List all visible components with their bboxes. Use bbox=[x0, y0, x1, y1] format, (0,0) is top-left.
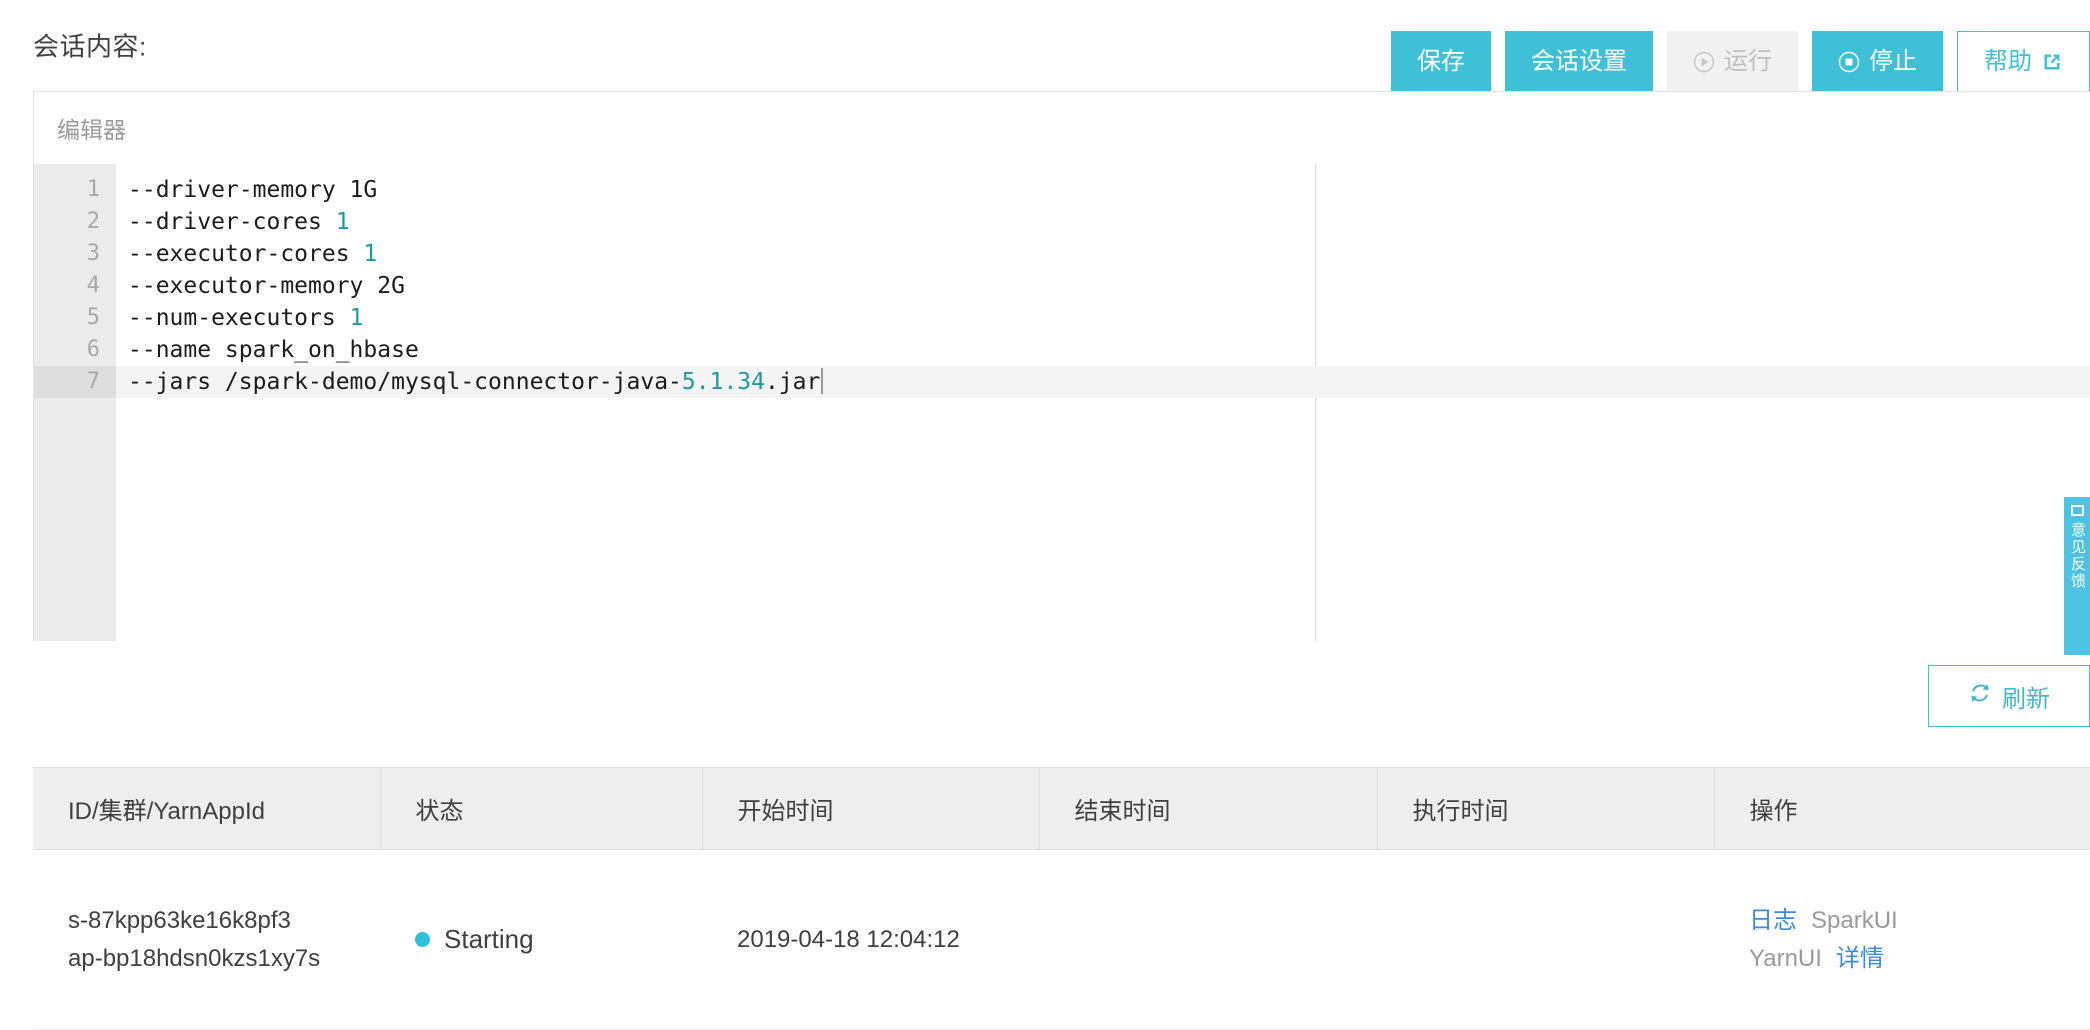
editor-panel: 编辑器 1234567 --driver-memory 1G--driver-c… bbox=[33, 91, 2090, 641]
table-column-header: 结束时间 bbox=[1039, 768, 1377, 850]
code-text: --driver-memory 1G bbox=[128, 177, 377, 203]
line-number: 7 bbox=[34, 366, 116, 398]
stop-button[interactable]: 停止 bbox=[1812, 31, 1943, 93]
code-line[interactable]: --executor-memory 2G bbox=[116, 270, 2090, 302]
line-number: 4 bbox=[34, 270, 116, 302]
refresh-button[interactable]: 刷新 bbox=[1928, 665, 2090, 727]
code-line[interactable]: --executor-cores 1 bbox=[116, 238, 2090, 270]
save-button-label: 保存 bbox=[1417, 50, 1465, 74]
table-header-row: ID/集群/YarnAppId状态开始时间结束时间执行时间操作 bbox=[33, 768, 2090, 850]
top-toolbar: 会话内容: 保存 会话设置 运行 停止 bbox=[0, 0, 2090, 95]
code-text: --name spark_on_hbase bbox=[128, 337, 419, 363]
table-column-header: ID/集群/YarnAppId bbox=[33, 768, 380, 850]
cell-duration bbox=[1377, 850, 1714, 1030]
code-line[interactable]: --driver-cores 1 bbox=[116, 206, 2090, 238]
code-text: --executor-cores bbox=[128, 241, 363, 267]
table-column-header: 操作 bbox=[1714, 768, 2090, 850]
code-number-token: 1 bbox=[350, 305, 364, 331]
table-column-header: 开始时间 bbox=[702, 768, 1039, 850]
jobs-table-body: s-87kpp63ke16k8pf3 ap-bp18hdsn0kzs1xy7s St… bbox=[33, 850, 2090, 1030]
editor-tab-bar: 编辑器 bbox=[34, 92, 2090, 164]
status-dot-icon bbox=[415, 932, 430, 947]
refresh-row: 刷新 bbox=[33, 665, 2090, 727]
stop-circle-icon bbox=[1838, 51, 1860, 73]
op-link-enabled[interactable]: 日志 bbox=[1749, 907, 1797, 934]
table-column-header: 状态 bbox=[380, 768, 702, 850]
refresh-icon bbox=[1968, 681, 1992, 712]
code-number-token: 5.1.34 bbox=[682, 369, 765, 395]
line-number: 1 bbox=[34, 174, 116, 206]
play-circle-icon bbox=[1693, 51, 1715, 73]
session-id: s-87kpp63ke16k8pf3 bbox=[68, 909, 379, 933]
feedback-side-tab[interactable]: 意见反馈 bbox=[2064, 497, 2090, 655]
cell-start-time: 2019-04-18 12:04:12 bbox=[702, 850, 1039, 1030]
line-number: 2 bbox=[34, 206, 116, 238]
session-settings-button[interactable]: 会话设置 bbox=[1505, 31, 1653, 93]
code-number-token: 1 bbox=[336, 209, 350, 235]
help-button[interactable]: 帮助 bbox=[1957, 31, 2090, 93]
refresh-button-label: 刷新 bbox=[2002, 679, 2050, 714]
help-button-label: 帮助 bbox=[1984, 50, 2032, 74]
tab-editor[interactable]: 编辑器 bbox=[57, 111, 126, 145]
op-link-disabled: SparkUI bbox=[1811, 907, 1898, 934]
run-button[interactable]: 运行 bbox=[1667, 31, 1798, 93]
code-line[interactable]: --num-executors 1 bbox=[116, 302, 2090, 334]
status-badge: Starting bbox=[444, 924, 534, 955]
code-line[interactable]: --jars /spark-demo/mysql-connector-java-… bbox=[116, 366, 2090, 398]
line-number: 6 bbox=[34, 334, 116, 366]
cluster-id: ap-bp18hdsn0kzs1xy7s bbox=[68, 947, 379, 971]
cell-id-cluster-yarnappid: s-87kpp63ke16k8pf3 ap-bp18hdsn0kzs1xy7s bbox=[33, 850, 380, 1030]
table-row: s-87kpp63ke16k8pf3 ap-bp18hdsn0kzs1xy7s St… bbox=[33, 850, 2090, 1030]
header-button-group: 保存 会话设置 运行 停止 帮助 bbox=[1391, 31, 2090, 93]
op-link-enabled[interactable]: 详情 bbox=[1836, 945, 1884, 972]
stop-button-label: 停止 bbox=[1869, 50, 1917, 74]
table-column-header: 执行时间 bbox=[1377, 768, 1714, 850]
cell-status: Starting bbox=[380, 850, 702, 1030]
code-content-area[interactable]: --driver-memory 1G--driver-cores 1--exec… bbox=[116, 164, 2090, 641]
run-button-label: 运行 bbox=[1724, 50, 1772, 74]
op-link-disabled: YarnUI bbox=[1749, 945, 1822, 972]
line-number: 3 bbox=[34, 238, 116, 270]
code-line[interactable]: --name spark_on_hbase bbox=[116, 334, 2090, 366]
save-button[interactable]: 保存 bbox=[1391, 31, 1491, 93]
cell-operations: 日志 SparkUI YarnUI 详情 bbox=[1714, 850, 2090, 1030]
code-text: --executor-memory 2G bbox=[128, 273, 405, 299]
code-number-token: 1 bbox=[363, 241, 377, 267]
code-text: --num-executors bbox=[128, 305, 350, 331]
external-link-icon bbox=[2041, 51, 2063, 73]
code-text: --jars /spark-demo/mysql-connector-java- bbox=[128, 369, 682, 395]
cell-end-time bbox=[1039, 850, 1377, 1030]
text-cursor bbox=[821, 368, 823, 394]
feedback-side-tab-label: 意见反馈 bbox=[2064, 522, 2090, 590]
line-number: 5 bbox=[34, 302, 116, 334]
page-title: 会话内容: bbox=[33, 27, 147, 64]
feedback-icon bbox=[2071, 505, 2084, 516]
code-text-tail: .jar bbox=[765, 369, 820, 395]
session-settings-button-label: 会话设置 bbox=[1531, 50, 1627, 74]
code-text: --driver-cores bbox=[128, 209, 336, 235]
jobs-table: ID/集群/YarnAppId状态开始时间结束时间执行时间操作 s-87kpp6… bbox=[33, 767, 2090, 1030]
code-editor[interactable]: 1234567 --driver-memory 1G--driver-cores… bbox=[34, 164, 2090, 641]
jobs-table-head: ID/集群/YarnAppId状态开始时间结束时间执行时间操作 bbox=[33, 768, 2090, 850]
code-line[interactable]: --driver-memory 1G bbox=[116, 174, 2090, 206]
line-number-gutter: 1234567 bbox=[34, 164, 116, 641]
